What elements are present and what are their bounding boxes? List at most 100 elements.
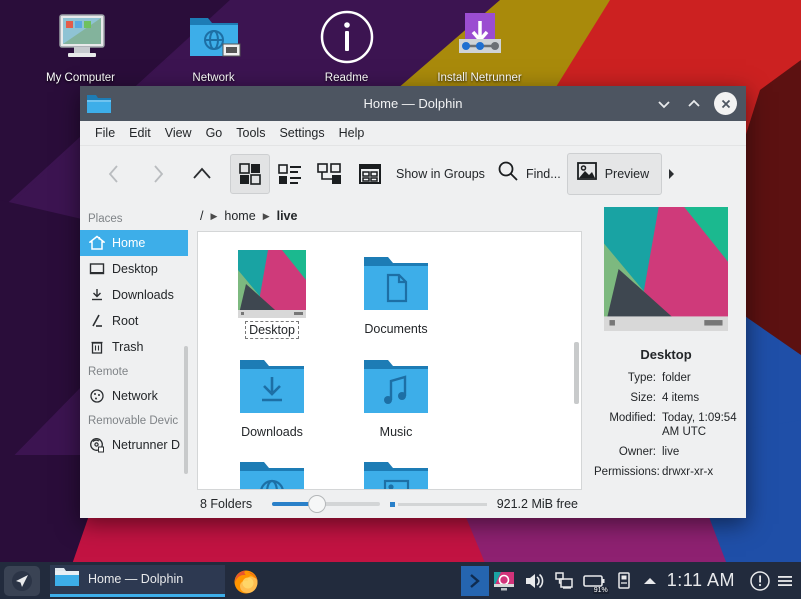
speaker-icon[interactable] bbox=[519, 566, 549, 596]
desktop-icon-my-computer[interactable]: My Computer bbox=[14, 6, 147, 85]
folder-icon bbox=[86, 91, 112, 117]
file-view-scrollbar[interactable] bbox=[574, 342, 579, 404]
file-item[interactable]: Documents bbox=[334, 240, 458, 339]
sidebar-item-network[interactable]: Network bbox=[80, 383, 188, 409]
maximize-button[interactable] bbox=[684, 94, 704, 114]
find-label: Find... bbox=[525, 166, 561, 181]
free-space-rail bbox=[397, 502, 487, 506]
usb-icon[interactable] bbox=[609, 566, 639, 596]
info-row-owner: Owner: live bbox=[594, 445, 738, 459]
home-icon bbox=[88, 235, 105, 252]
info-value: live bbox=[662, 446, 680, 458]
firefox-icon[interactable] bbox=[231, 566, 261, 596]
tray-expand-icon[interactable] bbox=[639, 566, 661, 596]
free-space-indicator bbox=[389, 501, 395, 507]
desktop-icon-label: Install Netrunner bbox=[437, 72, 522, 84]
desktop-icon-readme[interactable]: Readme bbox=[280, 6, 413, 85]
forward-button[interactable] bbox=[136, 154, 180, 194]
view-mode-compact-button[interactable] bbox=[270, 154, 310, 194]
file-item[interactable]: Desktop bbox=[210, 240, 334, 339]
info-value: folder bbox=[662, 372, 691, 384]
info-key: Permissions: bbox=[594, 466, 660, 478]
battery-icon[interactable]: 91% bbox=[579, 566, 609, 596]
file-item[interactable]: Downloads bbox=[210, 343, 334, 441]
menu-settings[interactable]: Settings bbox=[272, 124, 331, 142]
sidebar-item-downloads[interactable]: Downloads bbox=[80, 282, 188, 308]
desktop-icon-install-netrunner[interactable]: Install Netrunner bbox=[413, 6, 546, 85]
find-button[interactable]: Find... bbox=[491, 160, 567, 187]
window-body: Places Home Desktop Downloads Root Trash… bbox=[80, 201, 746, 518]
notification-icon[interactable] bbox=[745, 566, 775, 596]
info-row-modified: Modified: Today, 1:09:54 AM UTC bbox=[594, 411, 738, 439]
menu-view[interactable]: View bbox=[158, 124, 199, 142]
show-desktop-icon[interactable] bbox=[460, 565, 489, 596]
window-titlebar[interactable]: Home — Dolphin bbox=[80, 86, 746, 121]
sidebar-item-netrunner-disc[interactable]: Netrunner D bbox=[80, 432, 188, 458]
menu-tools[interactable]: Tools bbox=[229, 124, 272, 142]
status-bar: 8 Folders 921.2 MiB free bbox=[188, 490, 586, 518]
removable-section-header: Removable Devic bbox=[88, 415, 179, 427]
info-value: Today, 1:09:54 AM UTC bbox=[662, 412, 737, 438]
info-key: Owner: bbox=[618, 446, 656, 458]
file-view-area: / ▶ home ▶ live Desktop Documents Downlo… bbox=[188, 201, 586, 518]
view-mode-groups-button[interactable] bbox=[350, 154, 390, 194]
menu-go[interactable]: Go bbox=[199, 124, 230, 142]
hamburger-icon[interactable] bbox=[775, 566, 795, 596]
breadcrumb-current[interactable]: live bbox=[277, 209, 298, 223]
sidebar-item-root[interactable]: Root bbox=[80, 308, 188, 334]
menu-edit[interactable]: Edit bbox=[122, 124, 158, 142]
remote-section-header: Remote bbox=[88, 366, 129, 378]
item-count-label: 8 Folders bbox=[200, 497, 253, 511]
disc-icon bbox=[88, 437, 105, 454]
sidebar-scrollbar[interactable] bbox=[184, 346, 188, 474]
pictures-folder-icon bbox=[334, 445, 458, 489]
file-list[interactable]: Desktop Documents Downloads Music bbox=[197, 231, 582, 490]
trash-icon bbox=[88, 339, 105, 356]
sidebar-item-trash[interactable]: Trash bbox=[80, 334, 188, 360]
downloads-folder-icon bbox=[210, 343, 334, 421]
toolbar: Show in Groups Find... Preview bbox=[80, 146, 746, 201]
file-item[interactable]: Pictures bbox=[334, 445, 458, 489]
wallpaper-thumb bbox=[604, 207, 728, 331]
sidebar-item-label: Root bbox=[112, 314, 139, 328]
root-icon bbox=[88, 313, 105, 330]
menu-help[interactable]: Help bbox=[332, 124, 372, 142]
information-panel: Desktop Type: folder Size: 4 items Modif… bbox=[586, 201, 746, 518]
toolbar-overflow-button[interactable] bbox=[662, 154, 680, 194]
view-mode-icons-button[interactable] bbox=[230, 153, 270, 194]
network-tray-icon[interactable] bbox=[549, 566, 579, 596]
menu-bar: File Edit View Go Tools Settings Help bbox=[80, 121, 746, 146]
system-tray: 91% 1:11 AM bbox=[460, 565, 801, 596]
sidebar-item-desktop[interactable]: Desktop bbox=[80, 256, 188, 282]
zoom-slider-handle[interactable] bbox=[308, 495, 327, 513]
breadcrumb[interactable]: / ▶ home ▶ live bbox=[188, 201, 586, 231]
file-item[interactable]: Network bbox=[210, 445, 334, 489]
clock[interactable]: 1:11 AM bbox=[661, 570, 745, 591]
desktop-icon-network[interactable]: Network bbox=[147, 6, 280, 85]
screenshot-icon[interactable] bbox=[489, 566, 519, 596]
up-button[interactable] bbox=[180, 154, 224, 194]
start-menu-icon[interactable] bbox=[4, 565, 40, 596]
chevron-right-icon: ▶ bbox=[262, 210, 270, 221]
close-button[interactable] bbox=[714, 92, 737, 115]
sidebar-item-label: Desktop bbox=[112, 262, 158, 276]
minimize-button[interactable] bbox=[654, 94, 674, 114]
breadcrumb-home[interactable]: home bbox=[224, 209, 255, 223]
show-in-groups-button[interactable]: Show in Groups bbox=[390, 167, 491, 181]
back-button[interactable] bbox=[92, 154, 136, 194]
menu-file[interactable]: File bbox=[88, 124, 122, 142]
file-item[interactable]: Music bbox=[334, 343, 458, 441]
desktop-icon-label: Network bbox=[192, 72, 235, 84]
info-icon bbox=[280, 6, 413, 68]
sidebar-item-home[interactable]: Home bbox=[80, 230, 188, 256]
zoom-slider[interactable] bbox=[272, 495, 380, 513]
show-in-groups-label: Show in Groups bbox=[396, 166, 485, 181]
task-entry-dolphin[interactable]: Home — Dolphin bbox=[50, 564, 225, 597]
file-item-label: Downloads bbox=[241, 425, 303, 439]
network-folder-icon bbox=[210, 445, 334, 489]
view-mode-details-button[interactable] bbox=[310, 154, 350, 194]
chevron-right-icon: ▶ bbox=[210, 210, 218, 221]
breadcrumb-root[interactable]: / bbox=[200, 209, 203, 223]
info-key: Type: bbox=[627, 372, 656, 384]
preview-button[interactable]: Preview bbox=[566, 152, 663, 195]
